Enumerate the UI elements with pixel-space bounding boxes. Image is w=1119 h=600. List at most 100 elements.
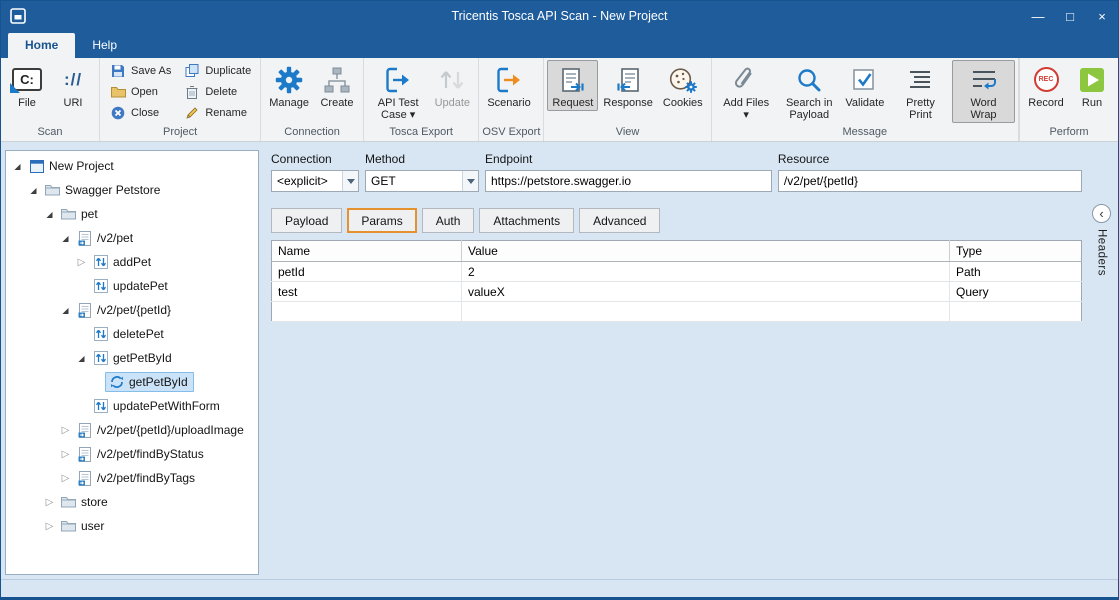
param-name-cell[interactable]: petId: [272, 262, 462, 282]
headers-side-tab[interactable]: ‹ Headers: [1092, 204, 1111, 276]
validate-button[interactable]: Validate: [841, 60, 889, 111]
request-view-button[interactable]: Request: [547, 60, 598, 111]
ribbon-group-tosca-export: API Test Case ▾ Update Tosca Export: [364, 58, 479, 141]
endpoint-input[interactable]: https://petstore.swagger.io: [485, 170, 772, 192]
param-type-cell[interactable]: Query: [950, 282, 1082, 302]
maximize-button[interactable]: □: [1054, 1, 1086, 31]
tree-item[interactable]: ◢getPetById: [6, 346, 258, 370]
word-wrap-button[interactable]: Word Wrap: [952, 60, 1015, 123]
tree-item[interactable]: deletePet: [6, 322, 258, 346]
operation-icon: [92, 327, 109, 341]
ribbon-group-connection: Manage Create Connection: [261, 58, 364, 141]
param-type-cell[interactable]: [950, 302, 1082, 322]
tree-item[interactable]: ◢pet: [6, 202, 258, 226]
uri-button[interactable]: :// URI: [50, 60, 96, 111]
close-project-button[interactable]: Close: [103, 102, 177, 123]
response-view-button[interactable]: Response: [598, 60, 658, 111]
tree-item[interactable]: ◢/v2/pet: [6, 226, 258, 250]
expand-arrow-icon[interactable]: ▷: [74, 257, 89, 268]
scenario-icon: [494, 64, 524, 95]
ribbon-group-perform: REC Record Run Perform: [1019, 58, 1118, 141]
expand-arrow-icon[interactable]: ▷: [58, 473, 73, 484]
rename-button[interactable]: Rename: [177, 102, 257, 123]
manage-connection-button[interactable]: Manage: [264, 60, 314, 111]
endpoint-label: Endpoint: [485, 152, 772, 166]
resource-input[interactable]: /v2/pet/{petId}: [778, 170, 1082, 192]
cookies-button[interactable]: Cookies: [658, 60, 708, 111]
add-files-button[interactable]: Add Files ▾: [715, 60, 778, 123]
expand-arrow-icon[interactable]: ▷: [58, 449, 73, 460]
tree-item[interactable]: ▷user: [6, 514, 258, 538]
save-as-button[interactable]: Save As: [103, 60, 177, 81]
create-connection-button[interactable]: Create: [314, 60, 360, 111]
tree-item-label: updatePetWithForm: [113, 399, 220, 413]
run-button[interactable]: Run: [1069, 60, 1115, 111]
expand-arrow-icon[interactable]: ▷: [42, 497, 57, 508]
tree-item[interactable]: ▷store: [6, 490, 258, 514]
duplicate-button[interactable]: Duplicate: [177, 60, 257, 81]
expand-arrow-icon[interactable]: ▷: [42, 521, 57, 532]
open-button[interactable]: Open: [103, 81, 177, 102]
delete-button[interactable]: Delete: [177, 81, 257, 102]
search-icon: [795, 64, 823, 95]
api-test-case-icon: [383, 64, 413, 95]
tree-item[interactable]: updatePetWithForm: [6, 394, 258, 418]
collapse-chevron-icon[interactable]: ‹: [1092, 204, 1111, 223]
expand-arrow-icon[interactable]: ▷: [58, 425, 73, 436]
scenario-button[interactable]: Scenario: [482, 60, 535, 111]
tab-help[interactable]: Help: [75, 33, 134, 58]
tab-auth[interactable]: Auth: [422, 208, 475, 233]
param-row[interactable]: testvalueXQuery: [272, 282, 1082, 302]
param-row[interactable]: petId2Path: [272, 262, 1082, 282]
file-button[interactable]: C: File: [4, 60, 50, 111]
search-in-payload-button[interactable]: Search in Payload: [778, 60, 841, 123]
record-button[interactable]: REC Record: [1023, 60, 1069, 111]
column-header-type[interactable]: Type: [950, 241, 1082, 262]
column-header-name[interactable]: Name: [272, 241, 462, 262]
collapse-arrow-icon[interactable]: ◢: [58, 234, 73, 243]
endpoint-icon: [76, 447, 93, 462]
tree-item[interactable]: ▷/v2/pet/findByTags: [6, 466, 258, 490]
collapse-arrow-icon[interactable]: ◢: [26, 186, 41, 195]
tab-home[interactable]: Home: [8, 33, 75, 58]
tree-item[interactable]: ▷addPet: [6, 250, 258, 274]
api-test-case-button[interactable]: API Test Case ▾: [367, 60, 429, 123]
duplicate-icon: [183, 64, 201, 77]
param-name-cell[interactable]: test: [272, 282, 462, 302]
tree-item-label: updatePet: [113, 279, 168, 293]
checkbox-check-icon: [851, 64, 879, 95]
tree-item[interactable]: getPetById: [6, 370, 258, 394]
dropdown-arrow-icon[interactable]: [462, 171, 478, 191]
dropdown-arrow-icon[interactable]: [342, 171, 358, 191]
group-label-connection: Connection: [264, 124, 360, 141]
connection-select[interactable]: <explicit>: [271, 170, 359, 192]
collapse-arrow-icon[interactable]: ◢: [58, 306, 73, 315]
tab-attachments[interactable]: Attachments: [479, 208, 574, 233]
param-value-cell[interactable]: [462, 302, 950, 322]
param-type-cell[interactable]: Path: [950, 262, 1082, 282]
tree-item[interactable]: ◢ Swagger Petstore: [6, 178, 258, 202]
tree-item[interactable]: ◢New Project: [6, 154, 258, 178]
tab-advanced[interactable]: Advanced: [579, 208, 660, 233]
tab-payload[interactable]: Payload: [271, 208, 342, 233]
collapse-arrow-icon[interactable]: ◢: [74, 354, 89, 363]
gear-icon: [275, 64, 303, 95]
column-header-value[interactable]: Value: [462, 241, 950, 262]
pencil-icon: [183, 106, 201, 120]
param-name-cell[interactable]: [272, 302, 462, 322]
tab-params[interactable]: Params: [347, 208, 416, 233]
tree-item[interactable]: ▷/v2/pet/{petId}/uploadImage: [6, 418, 258, 442]
pretty-print-button[interactable]: Pretty Print: [889, 60, 952, 123]
tree-item[interactable]: updatePet: [6, 274, 258, 298]
collapse-arrow-icon[interactable]: ◢: [42, 210, 57, 219]
close-button[interactable]: ×: [1086, 1, 1118, 31]
param-row[interactable]: [272, 302, 1082, 322]
tree-item-label: Swagger Petstore: [65, 183, 160, 197]
param-value-cell[interactable]: valueX: [462, 282, 950, 302]
collapse-arrow-icon[interactable]: ◢: [10, 162, 25, 171]
param-value-cell[interactable]: 2: [462, 262, 950, 282]
method-select[interactable]: GET: [365, 170, 479, 192]
tree-item[interactable]: ▷/v2/pet/findByStatus: [6, 442, 258, 466]
tree-item[interactable]: ◢/v2/pet/{petId}: [6, 298, 258, 322]
minimize-button[interactable]: —: [1022, 1, 1054, 31]
